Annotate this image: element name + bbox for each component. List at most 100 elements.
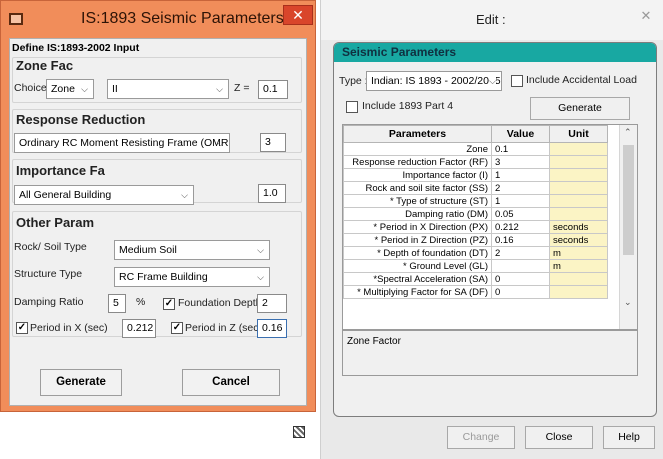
structure-type-value: RC Frame Building	[119, 271, 208, 283]
generate-button[interactable]: Generate	[530, 97, 630, 120]
unit-column-header[interactable]: Unit	[549, 125, 608, 143]
unit-cell[interactable]: seconds	[549, 233, 608, 247]
foundation-depth-label: Foundation Depth	[178, 297, 262, 309]
unit-cell[interactable]: m	[549, 246, 608, 260]
period-x-checkbox[interactable]: ✓	[16, 322, 28, 334]
table-row[interactable]: * Depth of foundation (DT) 2 m	[343, 246, 608, 260]
change-button[interactable]: Change	[447, 426, 515, 449]
rock-soil-dropdown[interactable]: Medium Soil ⌵	[114, 240, 270, 260]
param-cell: Zone	[343, 142, 492, 156]
unit-cell[interactable]	[549, 272, 608, 286]
period-x-label: Period in X (sec)	[30, 322, 108, 334]
period-x-field[interactable]: 0.212	[122, 319, 156, 338]
unit-cell[interactable]	[549, 285, 608, 299]
close-dialog-button[interactable]: Close	[525, 426, 593, 449]
rock-soil-value: Medium Soil	[119, 244, 177, 256]
table-row[interactable]: * Period in Z Direction (PZ) 0.16 seconds	[343, 233, 608, 247]
zone-factor-heading: Zone Fac	[16, 58, 74, 73]
period-z-field[interactable]: 0.16	[257, 319, 287, 338]
unit-cell[interactable]	[549, 207, 608, 221]
resize-grip-icon	[293, 426, 305, 438]
scrollbar-thumb[interactable]	[623, 145, 634, 255]
table-row[interactable]: Importance factor (I) 1	[343, 168, 608, 182]
table-scrollbar[interactable]: ⌃ ⌄	[619, 125, 637, 329]
chevron-down-icon: ⌵	[217, 138, 224, 148]
table-header-row: Parameters Value Unit	[343, 125, 608, 143]
value-cell[interactable]: 1	[491, 168, 550, 182]
param-cell: Response reduction Factor (RF)	[343, 155, 492, 169]
z-value-field[interactable]: 0.1	[258, 80, 288, 99]
building-type-value: All General Building	[19, 189, 112, 201]
zone-dropdown[interactable]: II ⌵	[107, 79, 229, 99]
dialog-title: IS:1893 Seismic Parameters	[81, 10, 284, 27]
choice-value: Zone	[51, 83, 75, 95]
unit-cell[interactable]: seconds	[549, 220, 608, 234]
foundation-depth-checkbox[interactable]: ✓	[163, 298, 175, 310]
unit-cell[interactable]	[549, 181, 608, 195]
value-cell[interactable]: 2	[491, 181, 550, 195]
structure-type-dropdown[interactable]: RC Frame Building ⌵	[114, 267, 270, 287]
help-button[interactable]: Help	[603, 426, 655, 449]
value-cell[interactable]: 0.212	[491, 220, 550, 234]
unit-cell[interactable]	[549, 194, 608, 208]
type-dropdown[interactable]: Indian: IS 1893 - 2002/2005 ⌵	[366, 71, 502, 91]
parameters-column-header[interactable]: Parameters	[343, 125, 492, 143]
param-cell: * Depth of foundation (DT)	[343, 246, 492, 260]
value-cell[interactable]: 0.05	[491, 207, 550, 221]
damping-ratio-field[interactable]: 5	[108, 294, 126, 313]
table-row[interactable]: Response reduction Factor (RF) 3	[343, 155, 608, 169]
parameters-table: Parameters Value Unit Zone 0.1 Response r…	[342, 124, 638, 330]
param-cell: Importance factor (I)	[343, 168, 492, 182]
scroll-up-icon[interactable]: ⌃	[624, 127, 632, 138]
other-parameters-heading: Other Param	[16, 215, 95, 230]
include-part4-checkbox[interactable]	[346, 101, 358, 113]
response-factor-field[interactable]: 3	[260, 133, 286, 152]
parameter-description: Zone Factor	[342, 330, 638, 376]
include-accidental-checkbox[interactable]	[511, 75, 523, 87]
dialog-title-bar[interactable]: IS:1893 Seismic Parameters	[1, 1, 317, 37]
table-row[interactable]: * Type of structure (ST) 1	[343, 194, 608, 208]
edit-title-bar[interactable]: Edit :	[321, 0, 663, 40]
foundation-depth-field[interactable]: 2	[257, 294, 287, 313]
period-z-checkbox[interactable]: ✓	[171, 322, 183, 334]
value-cell[interactable]: 0.16	[491, 233, 550, 247]
param-cell: *Spectral Acceleration (SA)	[343, 272, 492, 286]
value-cell[interactable]: 0	[491, 272, 550, 286]
value-cell[interactable]: 2	[491, 246, 550, 260]
chevron-down-icon: ⌵	[489, 72, 496, 90]
choice-dropdown[interactable]: Zone ⌵	[46, 79, 94, 99]
unit-cell[interactable]	[549, 142, 608, 156]
seismic-parameters-dialog: IS:1893 Seismic Parameters ✕ Define IS:1…	[0, 0, 316, 412]
unit-cell[interactable]	[549, 168, 608, 182]
table-row[interactable]: * Multiplying Factor for SA (DF) 0	[343, 285, 608, 299]
unit-cell[interactable]: m	[549, 259, 608, 273]
close-button[interactable]: ✕	[283, 5, 313, 25]
table-row[interactable]: Damping ratio (DM) 0.05	[343, 207, 608, 221]
value-cell[interactable]	[491, 259, 550, 273]
close-button[interactable]: ✕	[634, 8, 658, 26]
param-cell: * Period in Z Direction (PZ)	[343, 233, 492, 247]
percent-label: %	[136, 296, 146, 308]
unit-cell[interactable]	[549, 155, 608, 169]
value-cell[interactable]: 1	[491, 194, 550, 208]
table-row[interactable]: * Period in X Direction (PX) 0.212 seconds	[343, 220, 608, 234]
generate-button[interactable]: Generate	[40, 369, 122, 396]
frame-type-dropdown[interactable]: Ordinary RC Moment Resisting Frame (OMRF…	[14, 133, 230, 153]
cancel-button[interactable]: Cancel	[182, 369, 280, 396]
table-row[interactable]: * Ground Level (GL) m	[343, 259, 608, 273]
dialog-client-area: Define IS:1893-2002 Input Zone Fac Choic…	[9, 38, 307, 406]
value-cell[interactable]: 0.1	[491, 142, 550, 156]
table-row[interactable]: *Spectral Acceleration (SA) 0	[343, 272, 608, 286]
table-row[interactable]: Rock and soil site factor (SS) 2	[343, 181, 608, 195]
table-row[interactable]: Zone 0.1	[343, 142, 608, 156]
value-cell[interactable]: 3	[491, 155, 550, 169]
scroll-down-icon[interactable]: ⌄	[624, 297, 632, 308]
value-column-header[interactable]: Value	[491, 125, 550, 143]
param-cell: * Ground Level (GL)	[343, 259, 492, 273]
importance-factor-field[interactable]: 1.0	[258, 184, 286, 203]
z-label: Z =	[234, 82, 250, 94]
seismic-parameters-tab[interactable]: Seismic Parameters	[334, 43, 656, 62]
building-type-dropdown[interactable]: All General Building ⌵	[14, 185, 194, 205]
frame-type-value: Ordinary RC Moment Resisting Frame (OMRF…	[19, 137, 230, 149]
value-cell[interactable]: 0	[491, 285, 550, 299]
